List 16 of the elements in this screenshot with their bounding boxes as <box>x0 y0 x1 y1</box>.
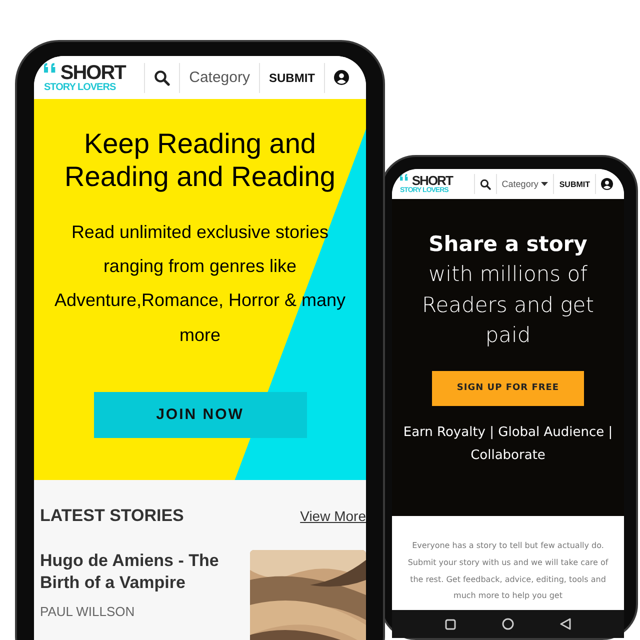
features-text: Earn Royalty | Global Audience | Collaborate <box>402 424 614 464</box>
story-author: PAUL WILLSON <box>40 604 136 620</box>
join-button[interactable]: JOIN NOW <box>94 392 306 438</box>
section-heading: LATEST STORIES <box>40 506 184 526</box>
logo-wordmark[interactable]: SHORT <box>60 62 126 82</box>
view-more-link[interactable]: View More <box>300 508 366 524</box>
hero-title: Keep Reading and Reading and Reading <box>64 127 336 194</box>
submit-link[interactable]: SUBMIT <box>559 180 590 188</box>
signup-button[interactable]: SIGN UP FOR FREE <box>432 370 584 406</box>
hero-subtitle: Read unlimited exclusive stories ranging from genres like Adventure,Romance, Horror & many more <box>53 221 347 347</box>
logo-wordmark[interactable]: SHORT <box>412 174 452 187</box>
hero-title: Share a story with millions of Readers and get paid <box>421 231 595 350</box>
category-dropdown[interactable]: Category <box>502 179 548 189</box>
submit-link[interactable]: SUBMIT <box>269 70 315 84</box>
category-dropdown[interactable]: Category <box>189 69 250 86</box>
story-title[interactable]: Hugo de Amiens - The Birth of a Vampire <box>40 550 242 594</box>
